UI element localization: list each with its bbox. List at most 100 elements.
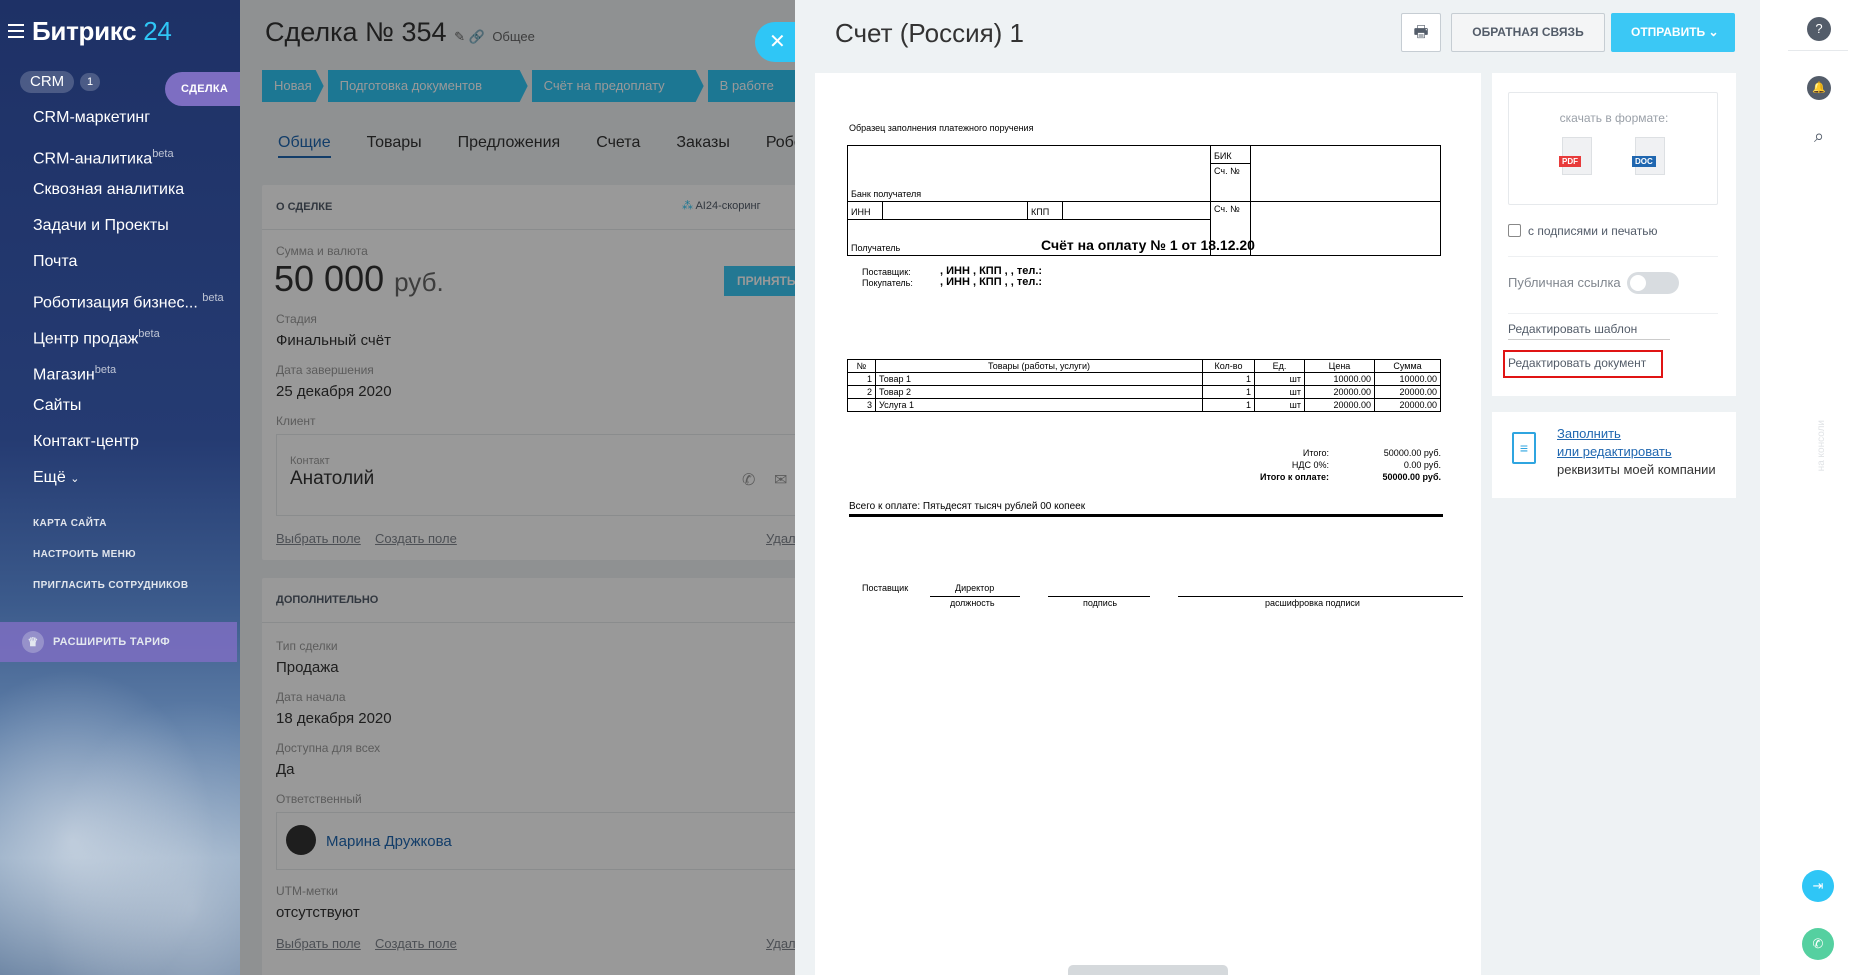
sidebar-item-more[interactable]: Ещё ⌄ bbox=[33, 466, 224, 502]
crown-icon: ♛ bbox=[22, 631, 44, 653]
bank-cell: Банк получателя bbox=[847, 145, 1211, 202]
bik-value-cell bbox=[1250, 145, 1441, 202]
sidebar-nav: CRM-маркетинг CRM-аналитикаbeta Сквозная… bbox=[33, 106, 224, 502]
inn-cell: ИНН bbox=[847, 201, 883, 220]
divider bbox=[1508, 313, 1718, 314]
col-qty: Кол-во bbox=[1202, 359, 1255, 373]
download-label: скачать в формате: bbox=[1559, 111, 1669, 125]
bell-icon[interactable]: 🔔 bbox=[1807, 76, 1831, 100]
sidebar-links: КАРТА САЙТА НАСТРОИТЬ МЕНЮ ПРИГЛАСИТЬ СО… bbox=[33, 518, 189, 611]
acc-cell-1: Сч. № bbox=[1210, 163, 1251, 202]
configure-menu-link[interactable]: НАСТРОИТЬ МЕНЮ bbox=[33, 549, 189, 580]
public-link-toggle[interactable] bbox=[1627, 272, 1679, 294]
total-label: Итого: bbox=[1302, 448, 1329, 458]
chevron-down-icon: ⌄ bbox=[1708, 25, 1719, 39]
col-unit: Ед. bbox=[1254, 359, 1305, 373]
right-rail: ? 🔔 ⌕ на консоли ⇥ ✆ bbox=[1760, 0, 1857, 975]
download-box: скачать в формате: PDF DOC bbox=[1508, 92, 1718, 205]
pdf-file-icon[interactable]: PDF bbox=[1559, 137, 1592, 175]
feedback-button[interactable]: ОБРАТНАЯ СВЯЗЬ bbox=[1451, 13, 1605, 52]
requisites-label: реквизиты моей компании bbox=[1557, 462, 1716, 477]
phone-icon[interactable]: ✆ bbox=[1802, 928, 1834, 960]
vat-label: НДС 0%: bbox=[1291, 460, 1329, 470]
col-num: № bbox=[847, 359, 876, 373]
left-sidebar: Битрикс 24 CRM 1 СДЕЛКА CRM-маркетинг CR… bbox=[0, 0, 240, 975]
bik-cell: БИК bbox=[1210, 145, 1251, 164]
kpp-cell: КПП bbox=[1027, 201, 1063, 220]
invoice-document: Образец заполнения платежного поручения … bbox=[815, 73, 1481, 975]
inn-value-cell bbox=[882, 201, 1028, 220]
invoice-slider: Счет (Россия) 1 🖶 ОБРАТНАЯ СВЯЗЬ ОТПРАВИ… bbox=[795, 0, 1760, 975]
requisites-panel: ≡ Заполнить или редактировать реквизиты … bbox=[1492, 412, 1736, 498]
divider bbox=[849, 514, 1443, 517]
document-edit-icon: ≡ bbox=[1512, 432, 1536, 464]
divider bbox=[1508, 339, 1670, 340]
sidebar-item-shop[interactable]: Магазинbeta bbox=[33, 358, 224, 394]
sidebar-item-robotization[interactable]: Роботизация бизнес... beta bbox=[33, 286, 224, 322]
doc-file-icon[interactable]: DOC bbox=[1632, 137, 1665, 175]
crm-count-badge: 1 bbox=[80, 73, 101, 91]
divider bbox=[1788, 50, 1848, 51]
overlay[interactable] bbox=[240, 0, 795, 975]
vat-value: 0.00 руб. bbox=[1403, 460, 1441, 470]
invoice-heading: Счёт на оплату № 1 от 18.12.20 bbox=[1041, 237, 1255, 253]
edit-document-link[interactable]: Редактировать документ bbox=[1508, 356, 1646, 370]
sign-line-2 bbox=[1048, 596, 1150, 597]
supplier-label: Поставщик: bbox=[862, 267, 911, 277]
topay-label: Итого к оплате: bbox=[1260, 472, 1329, 482]
or-edit-link[interactable]: или редактировать bbox=[1557, 444, 1672, 459]
items-table: № Товары (работы, услуги) Кол-во Ед. Цен… bbox=[847, 359, 1441, 412]
buyer-label: Покупатель: bbox=[862, 278, 913, 288]
deal-tab-label[interactable]: СДЕЛКА bbox=[165, 72, 240, 106]
download-panel: скачать в формате: PDF DOC с подписями и… bbox=[1492, 73, 1736, 396]
signatures-checkbox[interactable] bbox=[1508, 224, 1521, 237]
col-goods: Товары (работы, услуги) bbox=[875, 359, 1203, 373]
total-value: 50000.00 руб. bbox=[1383, 448, 1441, 458]
logo[interactable]: Битрикс 24 bbox=[32, 16, 172, 47]
sidebar-item-sales-center[interactable]: Центр продажbeta bbox=[33, 322, 224, 358]
fill-link[interactable]: Заполнить bbox=[1557, 426, 1621, 441]
print-button[interactable]: 🖶 bbox=[1401, 13, 1441, 52]
sidebar-item-tasks[interactable]: Задачи и Проекты bbox=[33, 214, 224, 250]
exit-icon[interactable]: ⇥ bbox=[1802, 870, 1834, 902]
col-sum: Сумма bbox=[1374, 359, 1441, 373]
sidebar-item-mail[interactable]: Почта bbox=[33, 250, 224, 286]
edit-template-link[interactable]: Редактировать шаблон bbox=[1508, 322, 1637, 336]
kpp-value-cell bbox=[1062, 201, 1211, 220]
menu-burger-icon[interactable] bbox=[8, 24, 24, 38]
doc-scroll-handle[interactable] bbox=[1068, 965, 1228, 975]
public-link-label: Публичная ссылка bbox=[1508, 275, 1621, 290]
vertical-label: на консоли bbox=[1816, 420, 1827, 472]
table-row: 3 Услуга 1 1 шт 20000.00 20000.00 bbox=[847, 398, 1441, 412]
sign-supplier: Поставщик bbox=[862, 583, 909, 593]
printer-icon: 🖶 bbox=[1413, 24, 1429, 41]
sidebar-item-contact-center[interactable]: Контакт-центр bbox=[33, 430, 224, 466]
upgrade-button[interactable]: ♛ РАСШИРИТЬ ТАРИФ bbox=[0, 622, 237, 662]
sidebar-item-cross-analytics[interactable]: Сквозная аналитика bbox=[33, 178, 224, 214]
sign-position: должность bbox=[950, 598, 995, 608]
doc-sample-label: Образец заполнения платежного поручения bbox=[849, 123, 1034, 133]
sign-decode: расшифровка подписи bbox=[1265, 598, 1360, 608]
help-icon[interactable]: ? bbox=[1807, 17, 1831, 41]
sidebar-item-crm-marketing[interactable]: CRM-маркетинг bbox=[33, 106, 224, 142]
sidebar-background bbox=[0, 640, 240, 975]
table-row: 1 Товар 1 1 шт 10000.00 10000.00 bbox=[847, 372, 1441, 386]
close-icon[interactable]: ✕ bbox=[755, 22, 795, 62]
sign-director: Директор bbox=[955, 583, 995, 593]
slider-header: Счет (Россия) 1 🖶 ОБРАТНАЯ СВЯЗЬ ОТПРАВИ… bbox=[795, 0, 1760, 70]
col-price: Цена bbox=[1304, 359, 1375, 373]
sign-line-1 bbox=[930, 596, 1020, 597]
chevron-down-icon: ⌄ bbox=[70, 473, 80, 485]
sidebar-item-sites[interactable]: Сайты bbox=[33, 394, 224, 430]
sign-sign: подпись bbox=[1083, 598, 1118, 608]
divider bbox=[1508, 256, 1718, 257]
topay-value: 50000.00 руб. bbox=[1382, 472, 1441, 482]
upgrade-label: РАСШИРИТЬ ТАРИФ bbox=[53, 636, 170, 648]
search-icon[interactable]: ⌕ bbox=[1807, 124, 1831, 148]
sitemap-link[interactable]: КАРТА САЙТА bbox=[33, 518, 189, 549]
send-button[interactable]: ОТПРАВИТЬ ⌄ bbox=[1611, 13, 1735, 52]
sign-line-3 bbox=[1178, 596, 1463, 597]
sidebar-item-crm[interactable]: CRM bbox=[20, 71, 75, 93]
invite-link[interactable]: ПРИГЛАСИТЬ СОТРУДНИКОВ bbox=[33, 580, 189, 611]
sidebar-item-crm-analytics[interactable]: CRM-аналитикаbeta bbox=[33, 142, 224, 178]
